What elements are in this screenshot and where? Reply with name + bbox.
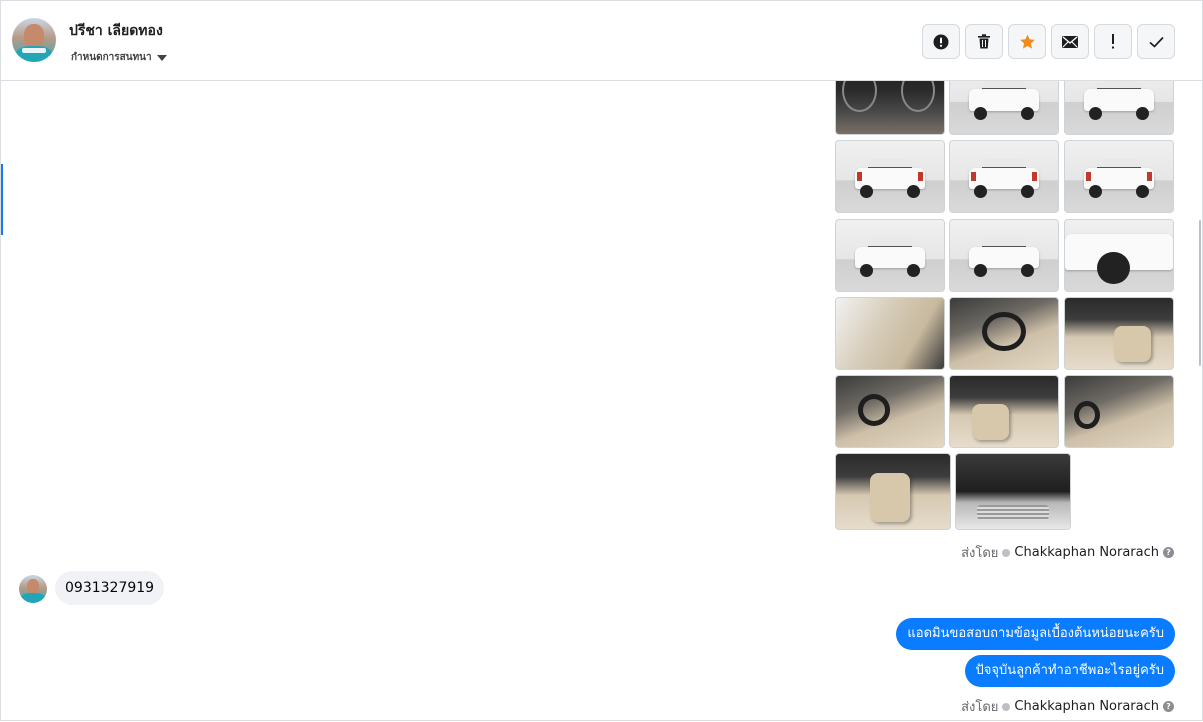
page-icon (1002, 548, 1011, 557)
photo-truck-rear[interactable] (949, 140, 1059, 213)
alert-circle-icon (933, 34, 949, 49)
caret-down-icon (156, 54, 167, 61)
exclamation-icon (1112, 34, 1114, 49)
mark-done-button[interactable] (1137, 24, 1175, 59)
page-icon (1002, 702, 1011, 711)
contact-avatar-small[interactable] (19, 575, 47, 603)
photo-steering-wheel[interactable] (949, 297, 1059, 370)
photo-truck-wheel[interactable] (1064, 219, 1174, 292)
conversation-panel: ปรีชา เลียดทอง กำหนดการสนทนา ส่งโดย Chak… (0, 0, 1203, 721)
help-icon[interactable]: ? (1163, 547, 1174, 558)
scrollbar[interactable] (1196, 83, 1202, 722)
photo-gear-shifter[interactable] (1064, 297, 1174, 370)
sent-by-label: ส่งโดย (961, 700, 999, 715)
conversation-header: ปรีชา เลียดทอง กำหนดการสนทนา (1, 1, 1202, 81)
star-icon (1019, 34, 1035, 49)
sent-by-gallery: ส่งโดย Chakkaphan Norarach ? (961, 542, 1174, 563)
photo-cabin-wide[interactable] (1064, 375, 1174, 448)
image-gallery (835, 81, 1175, 531)
sender-name[interactable]: Chakkaphan Norarach (1014, 699, 1159, 714)
check-icon (1148, 36, 1164, 48)
trash-icon (978, 34, 990, 49)
assign-label: กำหนดการสนทนา (71, 52, 152, 63)
contact-name[interactable]: ปรีชา เลียดทอง (69, 20, 163, 42)
sent-by-messages: ส่งโดย Chakkaphan Norarach ? (961, 696, 1174, 717)
photo-cabin-seat[interactable] (949, 375, 1059, 448)
photo-engine-bay[interactable] (955, 453, 1071, 530)
help-icon[interactable]: ? (1163, 701, 1174, 712)
delete-button[interactable] (965, 24, 1003, 59)
photo-cabin-front[interactable] (835, 375, 945, 448)
active-indicator (1, 164, 3, 235)
outgoing-message[interactable]: ปัจจุบันลูกค้าทำอาชีพอะไรอยู่ครับ (964, 655, 1175, 687)
contact-avatar[interactable] (12, 18, 56, 62)
photo-truck-front[interactable] (1064, 81, 1174, 135)
photo-truck-rear[interactable] (1064, 140, 1174, 213)
assign-conversation-dropdown[interactable]: กำหนดการสนทนา (71, 50, 167, 65)
photo-rear-seat[interactable] (835, 453, 951, 530)
photo-truck-side[interactable] (949, 219, 1059, 292)
header-toolbar (922, 24, 1175, 59)
sent-by-label: ส่งโดย (961, 546, 999, 561)
mail-icon (1062, 35, 1078, 48)
incoming-message[interactable]: 0931327919 (55, 571, 165, 605)
photo-truck-front[interactable] (949, 81, 1059, 135)
mark-spam-button[interactable] (922, 24, 960, 59)
sender-name[interactable]: Chakkaphan Norarach (1014, 545, 1159, 560)
photo-truck-rear-quarter[interactable] (835, 219, 945, 292)
photo-dashboard[interactable] (835, 81, 945, 135)
follow-up-button[interactable] (1094, 24, 1132, 59)
photo-door-interior[interactable] (835, 297, 945, 370)
photo-truck-rear[interactable] (835, 140, 945, 213)
scroll-thumb[interactable] (1199, 220, 1201, 366)
mark-unread-button[interactable] (1051, 24, 1089, 59)
star-button[interactable] (1008, 24, 1046, 59)
outgoing-message[interactable]: แอดมินขอสอบถามข้อมูลเบื้องต้นหน่อยนะครับ (896, 618, 1175, 650)
